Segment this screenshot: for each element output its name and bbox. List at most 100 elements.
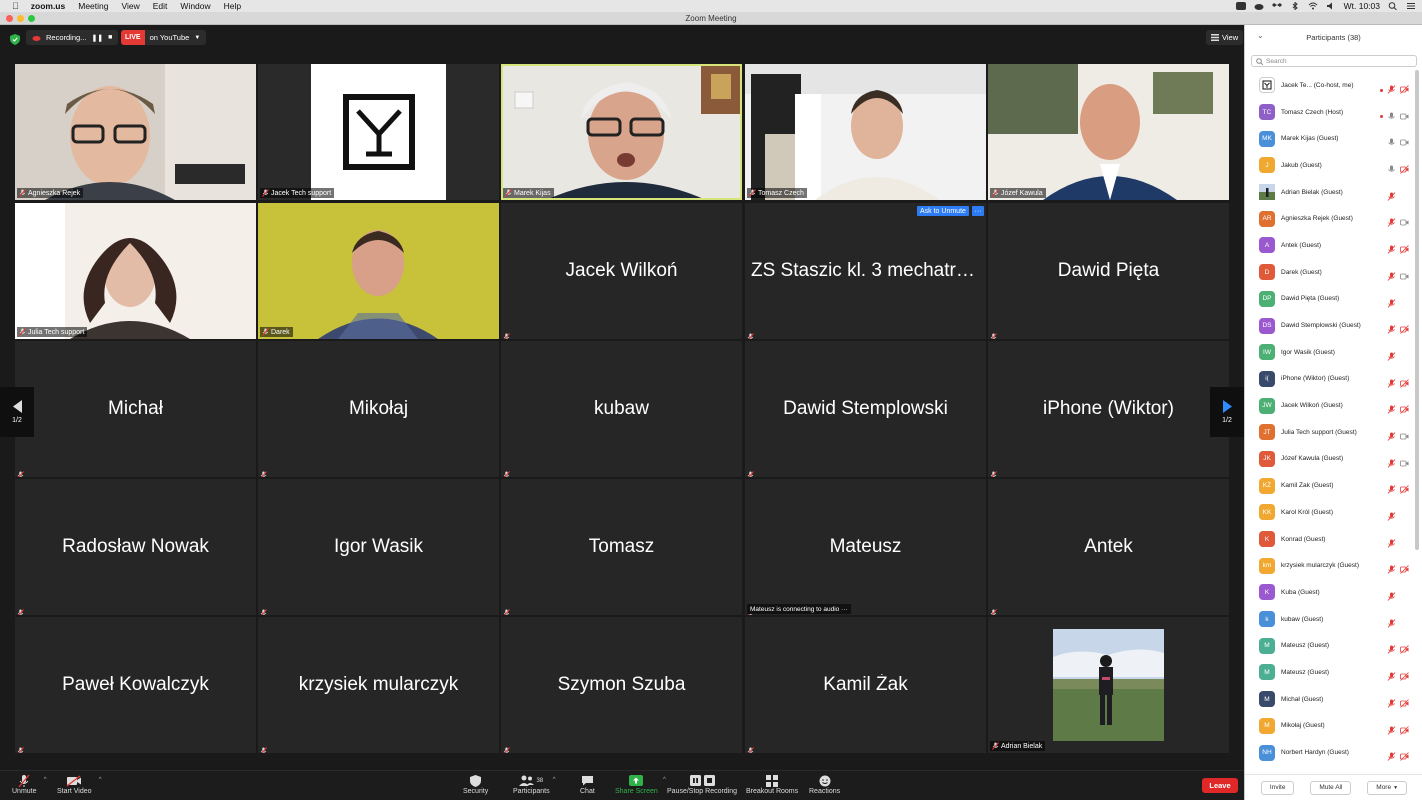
reactions-button[interactable]: Reactions — [809, 773, 840, 795]
mic-icon[interactable] — [1387, 108, 1396, 126]
mic-muted-icon[interactable] — [1387, 641, 1396, 659]
video-tile[interactable]: Tomasz Czech — [745, 64, 986, 200]
menu-meeting[interactable]: Meeting — [78, 1, 108, 11]
menu-view[interactable]: View — [121, 1, 139, 11]
mic-muted-icon[interactable] — [1387, 561, 1396, 579]
participant-row[interactable]: TC Tomasz Czech (Host) — [1245, 99, 1415, 126]
mic-muted-icon[interactable] — [1387, 455, 1396, 473]
video-tile[interactable]: Agnieszka Rejek — [15, 64, 256, 200]
cloud-icon[interactable] — [1254, 2, 1264, 10]
participants-search-input[interactable]: Search — [1251, 55, 1417, 67]
participant-tile[interactable]: kubaw — [501, 341, 742, 477]
apple-icon[interactable]:  — [12, 1, 19, 11]
participant-row[interactable]: IW Igor Wasik (Guest) — [1245, 339, 1415, 366]
bluetooth-icon[interactable] — [1290, 1, 1300, 11]
participant-tile[interactable]: Mikołaj — [258, 341, 499, 477]
participant-row[interactable]: M Michał (Guest) — [1245, 686, 1415, 713]
participant-row[interactable]: M Mateusz (Guest) — [1245, 632, 1415, 659]
participant-row[interactable]: M Mikołaj (Guest) — [1245, 713, 1415, 740]
participants-caret[interactable]: ^ — [553, 777, 556, 783]
menu-window[interactable]: Window — [180, 1, 210, 11]
menu-app[interactable]: zoom.us — [31, 1, 65, 11]
video-tile[interactable]: Józef Kawula — [988, 64, 1229, 200]
mic-muted-icon[interactable] — [1387, 375, 1396, 393]
mic-muted-icon[interactable] — [1387, 321, 1396, 339]
participant-row[interactable]: km krzysiek mularczyk (Guest) — [1245, 552, 1415, 579]
participant-row[interactable]: J Jakub (Guest) — [1245, 152, 1415, 179]
audio-options-caret[interactable]: ^ — [44, 777, 47, 783]
minimize-window-button[interactable] — [17, 15, 24, 22]
mic-muted-icon[interactable] — [1387, 668, 1396, 686]
mic-muted-icon[interactable] — [1387, 481, 1396, 499]
participant-row[interactable]: M Mateusz (Guest) — [1245, 659, 1415, 686]
mic-muted-icon[interactable] — [1387, 508, 1396, 526]
breakout-rooms-button[interactable]: Breakout Rooms — [746, 773, 798, 795]
zoom-window-button[interactable] — [28, 15, 35, 22]
participant-row[interactable]: Adrian Bielak (Guest) — [1245, 179, 1415, 206]
video-tile[interactable]: Marek Kijas — [501, 64, 742, 200]
participant-row[interactable]: MK Marek Kijas (Guest) — [1245, 125, 1415, 152]
menu-edit[interactable]: Edit — [153, 1, 168, 11]
participant-tile[interactable]: ZS Staszic kl. 3 mechatro... — [745, 203, 986, 339]
participant-tile[interactable]: Radosław Nowak — [15, 479, 256, 615]
participant-tile[interactable]: Dawid Pięta — [988, 203, 1229, 339]
participant-tile[interactable]: Antek — [988, 479, 1229, 615]
menu-help[interactable]: Help — [224, 1, 241, 11]
stop-recording-icon[interactable]: ■ — [108, 34, 112, 41]
pause-recording-icon[interactable]: ❚❚ — [91, 34, 103, 42]
participant-row[interactable]: K Kuba (Guest) — [1245, 579, 1415, 606]
start-video-button[interactable]: Start Video ^ — [57, 773, 102, 795]
participant-tile[interactable]: Dawid Stemplowski — [745, 341, 986, 477]
participant-tile[interactable]: Tomasz — [501, 479, 742, 615]
participant-row[interactable]: KK Karol Król (Guest) — [1245, 499, 1415, 526]
participant-tile[interactable]: krzysiek mularczyk — [258, 617, 499, 753]
participant-row[interactable]: k kubaw (Guest) — [1245, 606, 1415, 633]
video-tile[interactable]: Darek — [258, 203, 499, 339]
invite-button[interactable]: Invite — [1260, 780, 1295, 795]
mic-muted-icon[interactable] — [1387, 268, 1396, 286]
leave-button[interactable]: Leave — [1202, 778, 1238, 793]
spotlight-icon[interactable] — [1388, 2, 1398, 11]
participant-row[interactable]: Jacek Te... (Co-host, me) — [1245, 72, 1415, 99]
mic-muted-icon[interactable] — [1387, 401, 1396, 419]
participant-row[interactable]: JW Jacek Wilkoń (Guest) — [1245, 392, 1415, 419]
panel-scrollbar[interactable] — [1415, 70, 1419, 550]
unmute-button[interactable]: Unmute ^ — [12, 773, 47, 795]
participant-row[interactable]: i(iPhone (Wiktor) (Guest) — [1245, 366, 1415, 393]
tile-more-button[interactable]: ··· — [972, 206, 984, 216]
participant-row[interactable]: D Darek (Guest) — [1245, 259, 1415, 286]
zoom-status-icon[interactable] — [1235, 2, 1246, 10]
mic-muted-icon[interactable] — [1387, 695, 1396, 713]
collapse-chevron-icon[interactable]: ⌄ — [1257, 31, 1264, 40]
mic-icon[interactable] — [1387, 134, 1396, 152]
participant-tile[interactable]: Michał — [15, 341, 256, 477]
video-tile[interactable]: Julia Tech support — [15, 203, 256, 339]
mic-muted-icon[interactable] — [1387, 722, 1396, 740]
profile-photo-tile[interactable]: Adrian Bielak — [988, 617, 1229, 753]
notification-center-icon[interactable] — [1406, 2, 1416, 10]
mic-muted-icon[interactable] — [1387, 428, 1396, 446]
chat-button[interactable]: Chat — [580, 773, 595, 795]
view-button[interactable]: View — [1206, 30, 1244, 45]
clock[interactable]: Wt. 10:03 — [1344, 1, 1380, 11]
mic-muted-icon[interactable] — [1387, 748, 1396, 766]
participant-tile[interactable]: Jacek Wilkoń — [501, 203, 742, 339]
participant-row[interactable]: K Konrad (Guest) — [1245, 526, 1415, 553]
mic-muted-icon[interactable] — [1387, 214, 1396, 232]
livestream-indicator[interactable]: LIVE on YouTube ▼ — [121, 30, 207, 45]
participant-tile[interactable]: Szymon Szuba — [501, 617, 742, 753]
participant-row[interactable]: KŻ Kamil Żak (Guest) — [1245, 472, 1415, 499]
share-screen-button[interactable]: Share Screen ^ — [615, 773, 666, 795]
video-tile[interactable]: Jacek Tech support — [258, 64, 499, 200]
participant-row[interactable]: A Antek (Guest) — [1245, 232, 1415, 259]
participant-tile[interactable]: Mateusz — [745, 479, 986, 615]
participant-tile[interactable]: Igor Wasik — [258, 479, 499, 615]
mic-muted-icon[interactable] — [1387, 188, 1396, 206]
ask-to-unmute-button[interactable]: Ask to Unmute — [917, 206, 969, 216]
volume-icon[interactable] — [1326, 2, 1336, 10]
mic-muted-icon[interactable] — [1387, 615, 1396, 633]
mic-muted-icon[interactable] — [1387, 295, 1396, 313]
pause-stop-recording-button[interactable]: Pause/Stop Recording — [667, 773, 737, 795]
participant-row[interactable]: NH Norbert Hardyn (Guest) — [1245, 739, 1415, 766]
wifi-icon[interactable] — [1308, 2, 1318, 10]
